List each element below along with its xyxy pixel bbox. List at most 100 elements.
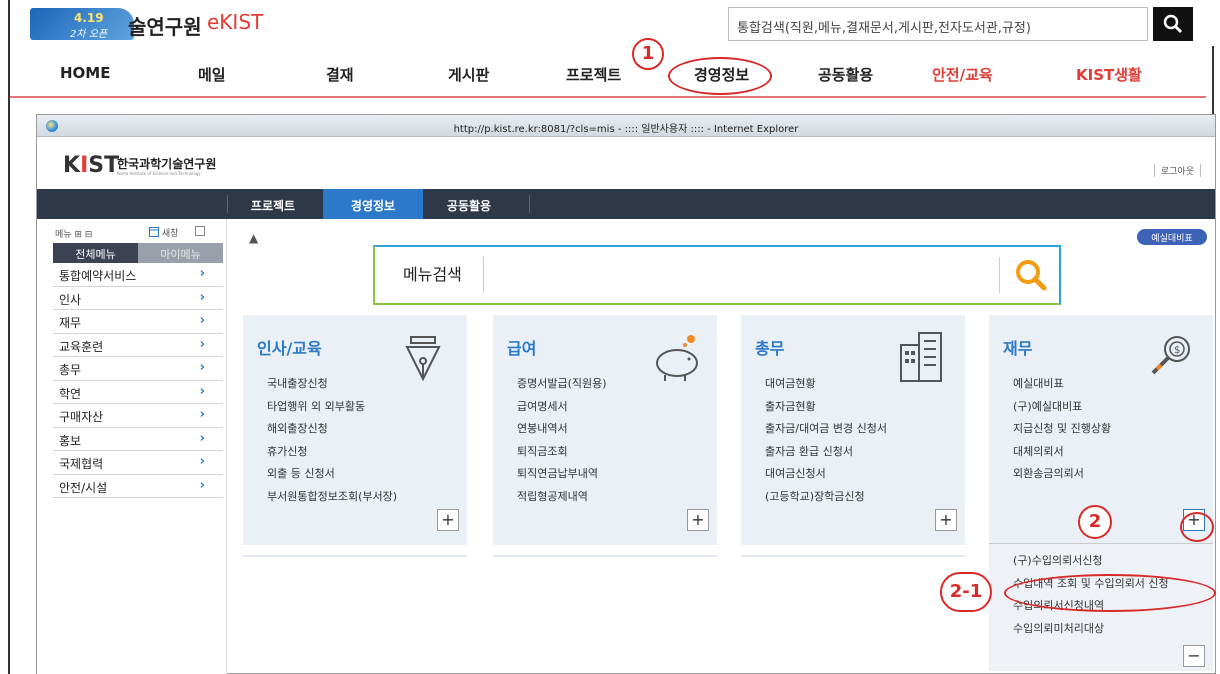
tab-separator (529, 195, 530, 213)
card-link[interactable]: 퇴직연금납부내역 (517, 465, 607, 488)
money-magnifier-icon: $ (1151, 336, 1190, 375)
card-divider (741, 555, 965, 557)
sidebar: 메뉴 ⊞ ⊟ 새창 전체메뉴 마이메뉴 통합예약서비스 › 인사 › 재무 › 교육훈… (37, 219, 227, 674)
search-button[interactable] (1153, 7, 1193, 41)
sidebar-item[interactable]: 국제협력 › (53, 451, 223, 475)
app-tab-bar: 프로젝트 경영정보 공동활용 (37, 189, 1215, 219)
card-link[interactable]: 지급신청 및 진행상황 (1013, 420, 1111, 443)
sidebar-item-label: 인사 (59, 292, 82, 307)
card-link[interactable]: 출자금현황 (765, 398, 887, 421)
card-title: 급여 (507, 339, 537, 358)
tab-my-menu[interactable]: 마이메뉴 (138, 243, 223, 263)
sidebar-item-label: 교육훈련 (59, 339, 104, 354)
card-link[interactable]: 출자금/대여금 변경 신청서 (765, 420, 887, 443)
card-divider (243, 555, 467, 557)
menu-search-box: 메뉴검색 (373, 245, 1061, 305)
card-link[interactable]: 증명서발급(직원용) (517, 375, 607, 398)
new-window-text: 새창 (161, 229, 179, 239)
annotation-step-2-1: 2-1 (940, 572, 992, 612)
expand-button[interactable]: + (437, 509, 459, 531)
piggy-bank-icon (656, 335, 698, 381)
sidebar-item-label: 통합예약서비스 (59, 269, 137, 283)
card-link[interactable]: 대여금신청서 (765, 465, 887, 488)
nav-shared-use[interactable]: 공동활용 (818, 64, 873, 85)
card-general-affairs: 총무 대여금현황 출자금현황 출자금/대여금 변경 신청서 출자금 환급 신청서… (741, 315, 965, 545)
nav-divider (10, 96, 1206, 98)
chevron-right-icon: › (199, 266, 205, 281)
nav-approval[interactable]: 결재 (326, 64, 354, 85)
card-link[interactable]: 대체의뢰서 (1013, 443, 1111, 466)
org-subtitle: Korea Institute of Science and Technolog… (117, 171, 201, 176)
tab-shared-use[interactable]: 공동활용 (427, 189, 511, 219)
card-link[interactable]: 예실대비표 (1013, 375, 1111, 398)
logout-link[interactable]: 로그아웃 (1153, 164, 1201, 177)
card-link[interactable]: 부서원통합정보조회(부서장) (267, 488, 397, 511)
sidebar-item[interactable]: 홍보 › (53, 428, 223, 451)
sidebar-item[interactable]: 학연 › (53, 381, 223, 404)
card-link[interactable]: 국내출장신청 (267, 375, 397, 398)
annotation-highlight-management-info (668, 57, 772, 95)
sub-menu-item[interactable]: 수입의뢰미처리대상 (1013, 620, 1209, 643)
sidebar-item[interactable]: 통합예약서비스 › (53, 263, 223, 287)
card-link[interactable]: 대여금현황 (765, 375, 887, 398)
annotation-step-2: 2 (1078, 505, 1112, 539)
window-icon (149, 227, 159, 237)
nav-project[interactable]: 프로젝트 (566, 64, 621, 85)
nav-mail[interactable]: 메일 (198, 64, 226, 85)
nav-home[interactable]: HOME (60, 64, 110, 82)
card-link[interactable]: 급여명세서 (517, 398, 607, 421)
tab-management-info[interactable]: 경영정보 (323, 189, 423, 219)
sidebar-item-label: 재무 (59, 316, 82, 330)
card-link[interactable]: 해외출장신청 (267, 420, 397, 443)
card-link[interactable]: 출자금 환급 신청서 (765, 443, 887, 466)
tab-project[interactable]: 프로젝트 (231, 189, 315, 219)
card-link[interactable]: 휴가신청 (267, 443, 397, 466)
budget-comparison-button[interactable]: 예실대비표 (1137, 229, 1207, 245)
ekist-logo[interactable]: eKIST (207, 10, 263, 34)
kist-logo[interactable]: KIST (63, 153, 119, 178)
annotation-highlight-sub-item (1004, 574, 1216, 612)
card-link[interactable]: 적립형공제내역 (517, 488, 607, 511)
chevron-right-icon: › (199, 313, 205, 328)
menu-expand-collapse[interactable]: 메뉴 ⊞ ⊟ (55, 227, 92, 240)
sidebar-item-label: 학연 (59, 386, 82, 401)
unified-search-input[interactable]: 통합검색(직원,메뉴,결재문서,게시판,전자도서관,규정) (728, 7, 1148, 41)
sidebar-item-label: 구매자산 (59, 410, 104, 424)
card-link[interactable]: (고등학교)장학금신청 (765, 488, 887, 511)
nav-kist-life[interactable]: KIST생활 (1076, 64, 1142, 85)
sidebar-item-label: 홍보 (59, 433, 82, 448)
org-name: 한국과학기술연구원 (117, 157, 217, 171)
expand-button[interactable]: + (935, 509, 957, 531)
sidebar-item[interactable]: 재무 › (53, 310, 223, 334)
divider (999, 257, 1000, 293)
chevron-right-icon: › (199, 430, 205, 446)
card-hr-education: 인사/교육 국내출장신청 타업행위 외 외부활동 해외출장신청 휴가신청 외출 … (243, 315, 467, 545)
card-link[interactable]: 연봉내역서 (517, 420, 607, 443)
chevron-right-icon: › (199, 407, 205, 422)
nav-safety-edu[interactable]: 안전/교육 (932, 64, 993, 85)
chevron-right-icon: › (199, 336, 205, 352)
sidebar-item-label: 국제협력 (59, 457, 104, 471)
sidebar-item[interactable]: 인사 › (53, 287, 223, 310)
collapse-button[interactable]: − (1183, 645, 1205, 667)
new-window-checkbox[interactable] (195, 226, 205, 236)
sub-menu-item[interactable]: (구)수입의뢰서신청 (1013, 552, 1209, 575)
card-list: 대여금현황 출자금현황 출자금/대여금 변경 신청서 출자금 환급 신청서 대여… (765, 375, 887, 510)
card-link[interactable]: 외환송금의뢰서 (1013, 465, 1111, 488)
expand-button[interactable]: + (687, 509, 709, 531)
main-nav: HOME 메일 결재 게시판 프로젝트 경영정보 공동활용 안전/교육 KIST… (10, 54, 1214, 94)
card-link[interactable]: 타업행위 외 외부활동 (267, 398, 397, 421)
search-icon[interactable] (1011, 255, 1051, 295)
home-icon[interactable]: ▲ (249, 231, 258, 245)
sidebar-item[interactable]: 교육훈련 › (53, 334, 223, 357)
card-link[interactable]: 외출 등 신청서 (267, 465, 397, 488)
nav-board[interactable]: 게시판 (448, 64, 489, 85)
sidebar-item[interactable]: 안전/시설 › (53, 475, 223, 498)
sidebar-item-label: 안전/시설 (59, 480, 108, 495)
card-link[interactable]: 퇴직금조회 (517, 443, 607, 466)
chevron-right-icon: › (199, 477, 205, 493)
sidebar-item[interactable]: 총무 › (53, 357, 223, 381)
tab-all-menu[interactable]: 전체메뉴 (53, 243, 138, 263)
sidebar-item[interactable]: 구매자산 › (53, 404, 223, 428)
card-link[interactable]: (구)예실대비표 (1013, 398, 1111, 421)
